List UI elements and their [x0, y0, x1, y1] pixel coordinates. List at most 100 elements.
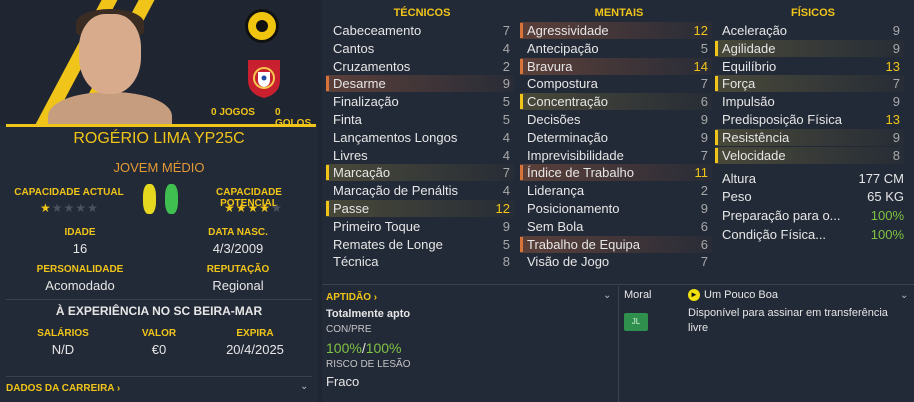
physical-attribute-row[interactable]: Velocidade 8 — [715, 146, 904, 164]
attribute-name: Agilidade — [722, 40, 776, 56]
attribute-value: 5 — [502, 112, 510, 127]
physical-attribute-row[interactable]: Agilidade 9 — [715, 39, 904, 57]
technical-attribute-row[interactable]: Cantos 4 — [326, 40, 514, 57]
mental-attribute-row[interactable]: Visão de Jogo 7 — [520, 253, 712, 270]
attribute-name: Força — [722, 76, 756, 92]
age-label: IDADE — [64, 227, 96, 238]
fitness-status: Totalmente apto — [326, 308, 411, 320]
attribute-name: Desarme — [333, 76, 386, 92]
height-value: 177 CM — [858, 171, 904, 186]
player-role: JOVEM MÉDIO — [113, 160, 205, 175]
attribute-value: 9 — [700, 112, 708, 127]
attribute-value: 5 — [700, 40, 708, 56]
technical-attribute-row[interactable]: Remates de Longe 5 — [326, 236, 514, 253]
chevron-down-icon[interactable]: ⌄ — [300, 381, 308, 392]
player-header: 0 JOGOS 0 GOLOS — [0, 0, 318, 125]
physical-attribute-row[interactable]: Aceleração 9 — [715, 22, 904, 39]
highlight-bar — [520, 76, 523, 91]
attribute-name: Cabeceamento — [333, 23, 422, 38]
mental-attribute-row[interactable]: Sem Bola 6 — [520, 218, 712, 235]
technical-attribute-row[interactable]: Técnica 8 — [326, 253, 514, 270]
technical-attribute-row[interactable]: Finta 5 — [326, 111, 514, 128]
mental-attribute-row[interactable]: Compostura 7 — [520, 75, 712, 92]
attribute-value: 6 — [700, 236, 708, 252]
attribute-name: Aceleração — [722, 23, 788, 38]
condition-value: 100% — [870, 227, 904, 242]
mental-attribute-row[interactable]: Trabalho de Equipa 6 — [520, 235, 712, 253]
attribute-value: 5 — [502, 94, 510, 110]
attribute-value: 9 — [892, 129, 900, 145]
transfer-status: Disponível para assinar em transferência… — [688, 307, 888, 334]
technical-attribute-row[interactable]: Cruzamentos 2 — [326, 58, 514, 75]
attribute-value: 6 — [700, 218, 708, 234]
attribute-value: 9 — [892, 23, 900, 38]
technical-attribute-row[interactable]: Livres 4 — [326, 147, 514, 164]
reputation-value: Regional — [212, 278, 264, 293]
attribute-name: Cruzamentos — [333, 58, 411, 74]
mental-attribute-row[interactable]: Bravura 14 — [520, 57, 712, 75]
physical-attribute-row[interactable]: Predisposição Física 13 — [715, 111, 904, 128]
attribute-value: 7 — [700, 254, 708, 270]
personality-value: Acomodado — [45, 278, 115, 293]
attribute-name: Remates de Longe — [333, 236, 443, 252]
mental-attribute-row[interactable]: Posicionamento 9 — [520, 200, 712, 217]
technical-attribute-row[interactable]: Marcação 7 — [326, 164, 514, 182]
mental-attribute-row[interactable]: Concentração 6 — [520, 93, 712, 111]
left-foot-icon — [143, 184, 156, 214]
attribute-value: 7 — [502, 23, 510, 38]
physical-attribute-row[interactable]: Equilíbrio 13 — [715, 58, 904, 75]
attribute-value: 7 — [700, 147, 708, 163]
highlight-bar — [715, 76, 718, 92]
attribute-value: 13 — [885, 112, 900, 127]
physical-attribute-row[interactable]: Força 7 — [715, 75, 904, 93]
section-divider — [6, 299, 312, 300]
technical-attribute-row[interactable]: Finalização 5 — [326, 93, 514, 110]
highlight-bar — [520, 219, 523, 234]
games-count: 0 JOGOS — [211, 107, 255, 118]
condition-label: Condição Física... — [722, 227, 827, 242]
technical-attribute-row[interactable]: Cabeceamento 7 — [326, 22, 514, 39]
technical-attribute-row[interactable]: Marcação de Penáltis 4 — [326, 182, 514, 199]
chevron-down-icon[interactable]: ⌄ — [603, 290, 611, 301]
mental-attribute-row[interactable]: Determinação 9 — [520, 129, 712, 146]
highlight-bar — [520, 23, 523, 38]
mental-attribute-row[interactable]: Antecipação 5 — [520, 40, 712, 57]
physical-attribute-row[interactable]: Resistência 9 — [715, 128, 904, 146]
career-data-link[interactable]: DADOS DA CARREIRA › — [6, 383, 120, 394]
condition-sharpness-values: 100%/100% — [326, 340, 402, 356]
mental-attribute-row[interactable]: Decisões 9 — [520, 111, 712, 128]
technical-attribute-row[interactable]: Primeiro Toque 9 — [326, 218, 514, 235]
mental-attribute-row[interactable]: Índice de Trabalho 11 — [520, 164, 712, 182]
mental-attribute-row[interactable]: Imprevisibilidade 7 — [520, 147, 712, 164]
attribute-value: 4 — [502, 183, 510, 199]
attribute-value: 7 — [892, 76, 900, 92]
technical-attribute-row[interactable]: Lançamentos Longos 4 — [326, 129, 514, 146]
highlight-bar — [520, 94, 523, 110]
highlight-bar — [326, 183, 329, 198]
fitness-link[interactable]: APTIDÃO › — [326, 292, 377, 303]
highlight-bar — [520, 41, 523, 56]
morale-value[interactable]: Um Pouco Boa — [704, 289, 778, 301]
chevron-down-icon[interactable]: ⌄ — [900, 290, 908, 301]
attribute-name: Passe — [333, 201, 370, 216]
physical-header: FÍSICOS — [790, 7, 835, 19]
highlight-bar — [326, 23, 329, 38]
portugal-flag-icon[interactable] — [244, 56, 284, 100]
player-portrait[interactable] — [79, 14, 141, 94]
mental-attribute-row[interactable]: Liderança 2 — [520, 182, 712, 199]
physical-attribute-row[interactable]: Impulsão 9 — [715, 93, 904, 110]
mental-attribute-row[interactable]: Agressividade 12 — [520, 22, 712, 39]
club-badge-icon[interactable] — [245, 9, 279, 43]
attribute-value: 9 — [700, 129, 708, 145]
highlight-bar — [326, 254, 329, 269]
technical-attribute-row[interactable]: Passe 12 — [326, 200, 514, 217]
attribute-name: Liderança — [527, 183, 585, 199]
technical-attribute-row[interactable]: Desarme 9 — [326, 75, 514, 93]
highlight-bar — [715, 94, 718, 109]
highlight-bar — [326, 112, 329, 127]
section-divider — [618, 286, 619, 402]
attribute-name: Finta — [333, 112, 362, 127]
star-icon: ★ — [271, 201, 283, 215]
attribute-value: 4 — [502, 147, 510, 163]
attribute-name: Lançamentos Longos — [333, 129, 458, 145]
